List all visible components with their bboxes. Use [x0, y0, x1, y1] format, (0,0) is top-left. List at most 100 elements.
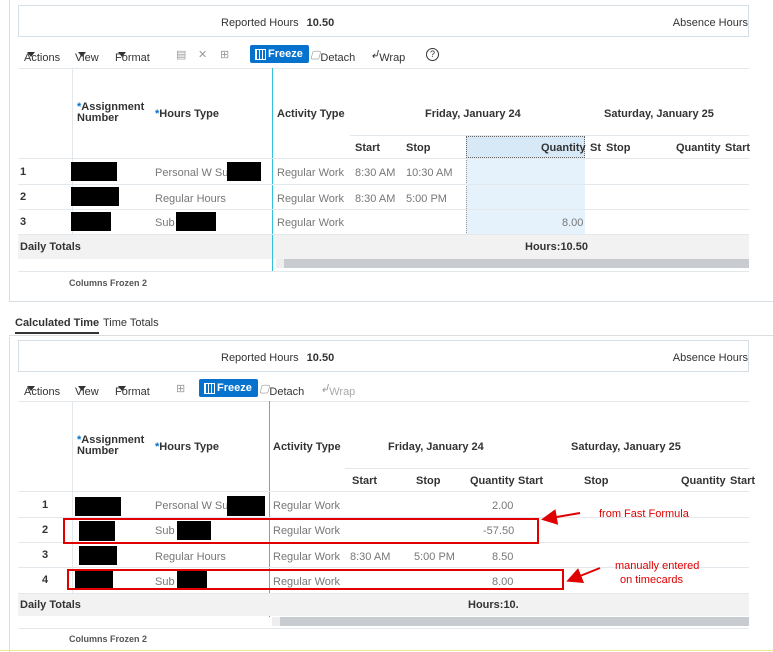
col-quantity[interactable]: Quantity: [470, 475, 515, 487]
row-line: [18, 158, 749, 159]
col-stop[interactable]: Stop: [406, 142, 430, 154]
activity-cell[interactable]: Regular Work: [273, 551, 340, 563]
col-day2: Saturday, January 25: [604, 108, 714, 120]
hours-type-cell[interactable]: Sub: [155, 217, 175, 229]
top-grid-top-line: [18, 68, 749, 69]
quantity-cell[interactable]: 2.00: [492, 500, 513, 512]
col-assignment-number[interactable]: *Assignment Number: [77, 435, 145, 457]
redacted-assignment: [71, 162, 117, 181]
bottom-toolbar: Actions View Format ⊞ Freeze ▢ Detach ↲ …: [24, 378, 404, 398]
activity-cell[interactable]: Regular Work: [277, 167, 344, 179]
row-number: 2: [42, 524, 49, 536]
row-line: [18, 184, 749, 185]
row-number: 3: [42, 549, 49, 561]
row-number: 3: [20, 216, 27, 228]
col-hours-type[interactable]: *Hours Type: [155, 108, 219, 120]
wrap-icon: ↲: [370, 49, 380, 61]
bottom-yellow-line: [0, 650, 773, 651]
start-cell[interactable]: 8:30 AM: [355, 167, 395, 179]
col-activity-type[interactable]: Activity Type: [277, 108, 345, 120]
actions-menu[interactable]: Actions: [24, 382, 60, 398]
row-number: 4: [42, 574, 49, 586]
columns-frozen: Columns Frozen 2: [69, 634, 148, 644]
redacted-assignment: [75, 497, 121, 516]
hours-type-cell[interactable]: Personal W Sub: [155, 500, 234, 512]
arrow-manual-entry-icon: [566, 567, 601, 583]
col-stop-day2[interactable]: Stop: [584, 475, 608, 487]
hours-type-cell[interactable]: Regular Hours: [155, 193, 226, 205]
stop-cell[interactable]: 5:00 PM: [414, 551, 455, 563]
tab-calculated-time[interactable]: Calculated Time: [15, 317, 100, 334]
top-toolbar: Actions View Format ▤ ✕ ⊞ Freeze ▢ Detac…: [24, 44, 464, 64]
quantity-cell[interactable]: 8.00: [562, 217, 583, 229]
format-menu[interactable]: Format: [115, 382, 150, 398]
col-quantity[interactable]: Quantity: [541, 142, 586, 154]
help-icon[interactable]: ?: [426, 48, 439, 61]
bottom-frozen-left-line: [72, 401, 73, 594]
quantity-cell[interactable]: 8.50: [492, 551, 513, 563]
row-number: 1: [42, 499, 49, 511]
redacted-hours-type: [227, 496, 265, 516]
stop-cell[interactable]: 5:00 PM: [406, 193, 447, 205]
annotation-fast-formula: from Fast Formula: [599, 508, 689, 520]
top-horizontal-scrollbar[interactable]: [276, 259, 749, 268]
top-frozen-divider-footer: [272, 235, 273, 271]
freeze-button[interactable]: Freeze: [199, 379, 258, 397]
detach-button[interactable]: ▢ Detach: [259, 382, 304, 398]
format-menu[interactable]: Format: [115, 48, 150, 64]
start-cell[interactable]: 8:30 AM: [355, 193, 395, 205]
arrow-fast-formula-icon: [541, 509, 581, 525]
row-number: 1: [20, 166, 27, 178]
hours-type-cell[interactable]: Regular Hours: [155, 551, 226, 563]
row-line: [18, 491, 749, 492]
col-start-day2[interactable]: Start: [518, 475, 543, 487]
top-frozen-left-line: [72, 68, 73, 236]
col-stop-day2[interactable]: Stop: [606, 142, 630, 154]
col-day2: Saturday, January 25: [571, 441, 681, 453]
freeze-button[interactable]: Freeze: [250, 45, 309, 63]
daily-totals-row-bg: [18, 235, 749, 259]
detach-icon: ▢: [259, 383, 270, 395]
col-start[interactable]: Start: [352, 475, 377, 487]
col-activity-type[interactable]: Activity Type: [273, 441, 341, 453]
col-quantity-day2[interactable]: Quantity: [676, 142, 721, 154]
daily-totals-label: Daily Totals: [20, 241, 81, 253]
columns-icon[interactable]: ⊞: [176, 382, 185, 395]
reported-hours: Reported Hours 10.50: [221, 352, 335, 364]
bottom-horizontal-scrollbar[interactable]: [272, 617, 749, 626]
wrap-button[interactable]: ↲ Wrap: [370, 48, 405, 64]
activity-cell[interactable]: Regular Work: [277, 217, 344, 229]
start-cell[interactable]: 8:30 AM: [350, 551, 390, 563]
delete-icon[interactable]: ✕: [198, 48, 207, 61]
reported-hours: Reported Hours 10.50: [221, 17, 335, 29]
view-menu[interactable]: View: [75, 382, 99, 398]
col-assignment-number[interactable]: *Assignment Number: [77, 102, 145, 124]
col-start-day2-truncated[interactable]: Start: [730, 475, 755, 487]
col-quantity-day2[interactable]: Quantity: [681, 475, 726, 487]
tab-time-totals[interactable]: Time Totals: [103, 317, 159, 329]
detach-icon: ▢: [310, 49, 321, 61]
view-menu[interactable]: View: [75, 48, 99, 64]
top-frozen-divider: [272, 68, 273, 260]
col-start-truncated[interactable]: St: [590, 142, 601, 154]
bottom-subheader-line: [345, 468, 749, 469]
col-start[interactable]: Start: [355, 142, 380, 154]
actions-menu[interactable]: Actions: [24, 48, 60, 64]
activity-cell[interactable]: Regular Work: [273, 500, 340, 512]
hours-type-cell[interactable]: Personal W Sub: [155, 167, 234, 179]
activity-cell[interactable]: Regular Work: [277, 193, 344, 205]
columns-frozen: Columns Frozen 2: [69, 278, 148, 288]
bottom-summary-bar: Reported Hours 10.50 Absence Hours: [18, 340, 749, 372]
columns-icon[interactable]: ⊞: [220, 48, 229, 61]
highlight-box-manual-entry: [67, 569, 564, 590]
detach-button[interactable]: ▢ Detach: [310, 48, 355, 64]
annotation-manual-line2: on timecards: [620, 574, 683, 586]
col-hours-type[interactable]: *Hours Type: [155, 441, 219, 453]
absence-hours-label: Absence Hours: [672, 17, 748, 29]
row-number: 2: [20, 191, 27, 203]
stop-cell[interactable]: 10:30 AM: [406, 167, 452, 179]
table-icon[interactable]: ▤: [176, 48, 186, 61]
top-footer-line: [18, 271, 749, 272]
col-start-day2[interactable]: Start: [725, 142, 750, 154]
col-stop[interactable]: Stop: [416, 475, 440, 487]
